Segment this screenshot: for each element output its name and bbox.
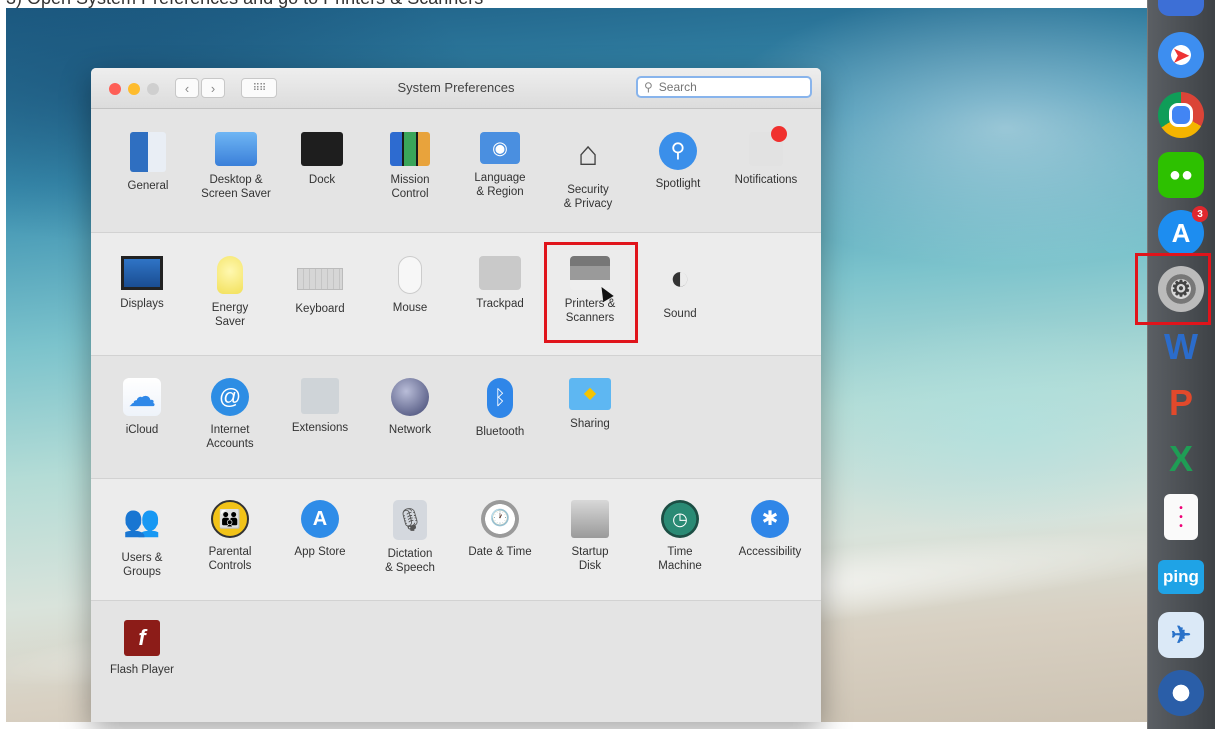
show-all-button[interactable]: ⠿⠿: [241, 78, 277, 98]
word-icon[interactable]: W: [1158, 324, 1204, 370]
pane-time-machine[interactable]: ◷ Time Machine: [635, 500, 725, 573]
chevron-right-icon: ›: [210, 80, 216, 96]
mouse-icon: [398, 256, 422, 294]
mission-control-icon: [390, 132, 430, 166]
pane-startup-disk[interactable]: Startup Disk: [545, 500, 635, 573]
trackpad-icon: [479, 256, 521, 290]
bird-app-icon[interactable]: ✈: [1158, 612, 1204, 658]
pane-general[interactable]: General: [103, 132, 193, 193]
energy-saver-icon: [217, 256, 243, 294]
title-bar: ‹ › ⠿⠿ System Preferences ⚲: [91, 68, 821, 109]
pane-app-store[interactable]: A App Store: [275, 500, 365, 559]
dock-highlight-box: [1135, 253, 1211, 325]
grid-icon: ⠿⠿: [252, 82, 267, 94]
pane-sharing[interactable]: ◆ Sharing: [545, 378, 635, 431]
pane-energy-saver[interactable]: Energy Saver: [185, 256, 275, 329]
pane-security-privacy[interactable]: ⌂ Security & Privacy: [543, 132, 633, 211]
flash-player-icon: f: [124, 620, 160, 656]
finder-partial-icon[interactable]: [1158, 0, 1204, 16]
dock-icon: [301, 132, 343, 166]
quicktime-icon[interactable]: [1158, 670, 1204, 716]
pane-trackpad[interactable]: Trackpad: [455, 256, 545, 311]
pane-flash-player[interactable]: f Flash Player: [97, 620, 187, 677]
search-icon: ⚲: [644, 80, 653, 94]
pane-notifications[interactable]: Notifications: [721, 126, 811, 187]
app-store-icon: A: [301, 500, 339, 538]
date-time-icon: 🕐: [481, 500, 519, 538]
pane-sound[interactable]: ◐ Sound: [635, 256, 725, 321]
sound-icon: ◐: [669, 259, 691, 297]
pane-date-time[interactable]: 🕐 Date & Time: [455, 500, 545, 559]
pane-internet-accounts[interactable]: @ Internet Accounts: [185, 378, 275, 451]
dictation-speech-icon: 🎙: [393, 500, 427, 540]
powerpoint-icon[interactable]: P: [1158, 380, 1204, 426]
language-region-icon: ◉: [480, 132, 520, 164]
badge-count: 3: [1192, 206, 1208, 222]
pane-mission-control[interactable]: Mission Control: [365, 132, 455, 201]
pane-displays[interactable]: Displays: [97, 256, 187, 311]
users-groups-icon: 👥: [123, 505, 161, 538]
network-icon: [391, 378, 429, 416]
notes-icon[interactable]: • • •: [1164, 494, 1198, 540]
pane-keyboard[interactable]: Keyboard: [275, 256, 365, 316]
pane-icloud[interactable]: ☁ iCloud: [97, 378, 187, 437]
search-field[interactable]: ⚲: [636, 76, 812, 98]
minimize-button[interactable]: [128, 83, 140, 95]
pane-bluetooth[interactable]: ᛒ Bluetooth: [455, 378, 545, 439]
close-button[interactable]: [109, 83, 121, 95]
pane-mouse[interactable]: Mouse: [365, 256, 455, 315]
dock: ➤ ●● A 3 ⚙ W P X • • • ping ✈: [1147, 0, 1215, 729]
chevron-left-icon: ‹: [184, 80, 190, 96]
pane-language-region[interactable]: ◉ Language & Region: [455, 132, 545, 199]
keyboard-icon: [297, 268, 343, 290]
pane-accessibility[interactable]: ✱ Accessibility: [725, 500, 815, 559]
general-icon: [130, 132, 166, 172]
window-title: System Preferences: [397, 80, 515, 95]
pane-parental-controls[interactable]: 👪 Parental Controls: [185, 500, 275, 573]
bluetooth-icon: ᛒ: [487, 378, 513, 418]
spotlight-icon: ⚲: [659, 132, 697, 170]
extensions-icon: [301, 378, 339, 414]
pane-extensions[interactable]: Extensions: [275, 378, 365, 435]
dock-app-store-icon[interactable]: A 3: [1158, 206, 1208, 256]
ping-icon[interactable]: ping: [1158, 560, 1204, 594]
pane-network[interactable]: Network: [365, 378, 455, 437]
safari-icon[interactable]: ➤: [1158, 32, 1204, 78]
back-button[interactable]: ‹: [175, 78, 199, 98]
notifications-icon: [749, 126, 787, 166]
zoom-button[interactable]: [147, 83, 159, 95]
section-other: [91, 601, 821, 722]
time-machine-icon: ◷: [661, 500, 699, 538]
pane-desktop-screen-saver[interactable]: Desktop & Screen Saver: [191, 132, 281, 201]
wechat-icon[interactable]: ●●: [1158, 152, 1204, 198]
pane-dock[interactable]: Dock: [277, 132, 367, 187]
sharing-icon: ◆: [569, 378, 611, 410]
desktop-screensaver-icon: [215, 132, 257, 166]
displays-icon: [121, 256, 163, 290]
system-preferences-window: ‹ › ⠿⠿ System Preferences ⚲ General Desk…: [91, 68, 821, 722]
startup-disk-icon: [571, 500, 609, 538]
forward-button[interactable]: ›: [201, 78, 225, 98]
excel-icon[interactable]: X: [1158, 436, 1204, 482]
accessibility-icon: ✱: [751, 500, 789, 538]
security-privacy-icon: ⌂: [577, 135, 599, 173]
search-input[interactable]: [656, 79, 801, 95]
chrome-icon[interactable]: [1158, 92, 1204, 138]
icloud-icon: ☁: [123, 378, 161, 416]
printers-highlight-box: [544, 242, 638, 343]
pane-spotlight[interactable]: ⚲ Spotlight: [633, 132, 723, 191]
internet-accounts-icon: @: [211, 378, 249, 416]
parental-controls-icon: 👪: [211, 500, 249, 538]
pane-users-groups[interactable]: 👥 Users & Groups: [97, 500, 187, 579]
pane-dictation-speech[interactable]: 🎙 Dictation & Speech: [365, 500, 455, 575]
